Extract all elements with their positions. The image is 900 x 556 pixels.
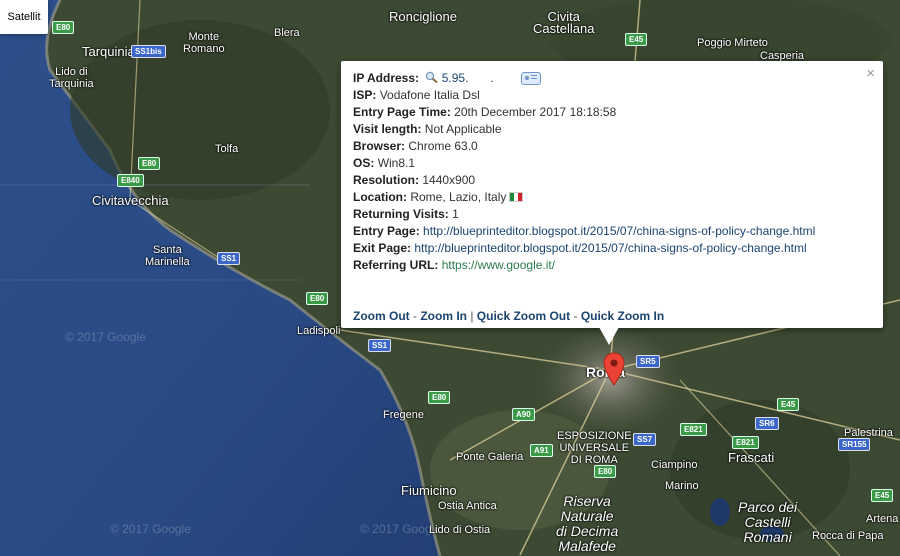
resolution-value: 1440x900 [422, 173, 476, 187]
road-shield: SR6 [755, 417, 779, 430]
entry-page-row: Entry Page: http://blueprinteditor.blogs… [353, 223, 871, 240]
ip-address-rest: . [490, 71, 494, 85]
map-place-label: Fregene [383, 409, 424, 421]
map-type-satellite-button[interactable]: Satellit [0, 0, 48, 34]
location-row: Location: Rome, Lazio, Italy [353, 189, 871, 206]
map-place-label: Monte Romano [183, 31, 225, 55]
road-shield: A90 [512, 408, 535, 421]
search-icon[interactable] [425, 71, 439, 84]
road-shield: E80 [138, 157, 161, 170]
map-place-label: Marino [665, 480, 699, 492]
road-shield: A91 [530, 444, 553, 457]
browser-value: Chrome 63.0 [408, 139, 478, 153]
road-shield: E80 [306, 292, 329, 305]
zoom-links: Zoom Out - Zoom In | Quick Zoom Out - Qu… [353, 308, 871, 325]
map-place-label: Frascati [728, 450, 775, 465]
road-shield: SR5 [636, 355, 660, 368]
map-place-label: Ostia Antica [438, 500, 497, 512]
entry-time-value: 20th December 2017 18:18:58 [454, 105, 617, 119]
road-shield: E45 [625, 33, 648, 46]
separator: | [467, 309, 477, 323]
zoom-in-link[interactable]: Zoom In [420, 309, 467, 323]
map-place-label: ESPOSIZIONE UNIVERSALE DI ROMA [557, 430, 632, 466]
map-place-label: Parco dei Castelli Romani [738, 499, 798, 545]
map-pin-icon[interactable] [603, 352, 625, 386]
ip-address-label: IP Address: [353, 71, 420, 85]
zoom-out-link[interactable]: Zoom Out [353, 309, 410, 323]
map-watermark: © 2017 Google [110, 522, 191, 536]
ip-address-value[interactable]: 5.95. [442, 71, 469, 85]
referring-url-link[interactable]: https://www.google.it/ [442, 258, 555, 272]
italy-flag-icon [509, 192, 524, 202]
separator: - [409, 309, 421, 323]
isp-value: Vodafone Italia Dsl [379, 88, 480, 102]
resolution-row: Resolution: 1440x900 [353, 172, 871, 189]
road-shield: E821 [680, 423, 707, 436]
road-shield: SS1 [368, 339, 392, 352]
visitor-info-window: × IP Address: 5.95.. ISP: Vodafone Itali… [341, 61, 883, 328]
returning-visits-value: 1 [452, 207, 459, 221]
quick-zoom-in-link[interactable]: Quick Zoom In [581, 309, 664, 323]
resolution-label: Resolution: [353, 173, 419, 187]
map-place-label: Santa Marinella [145, 244, 190, 268]
referring-url-row: Referring URL: https://www.google.it/ [353, 257, 871, 274]
quick-zoom-out-link[interactable]: Quick Zoom Out [477, 309, 570, 323]
map-place-label: Ronciglione [389, 9, 457, 24]
road-shield: SS1 [217, 252, 241, 265]
map-place-label: Tolfa [215, 143, 239, 155]
isp-label: ISP: [353, 88, 377, 102]
exit-page-label: Exit Page: [353, 241, 412, 255]
entry-time-row: Entry Page Time: 20th December 2017 18:1… [353, 104, 871, 121]
location-value: Rome, Lazio, Italy [410, 190, 507, 204]
visit-length-row: Visit length: Not Applicable [353, 121, 871, 138]
separator: - [570, 309, 581, 323]
visit-length-label: Visit length: [353, 122, 422, 136]
returning-visits-label: Returning Visits: [353, 207, 449, 221]
visit-length-value: Not Applicable [424, 122, 502, 136]
map-place-label: Rocca di Papa [812, 530, 884, 542]
map-place-label: Ponte Galeria [456, 451, 524, 463]
location-label: Location: [353, 190, 407, 204]
map-watermark: © 2017 Google [65, 330, 146, 344]
entry-time-label: Entry Page Time: [353, 105, 451, 119]
road-shield: SS1bis [131, 45, 166, 58]
ip-address-row: IP Address: 5.95.. [353, 70, 871, 87]
map-place-label: Ladispoli [297, 325, 341, 337]
road-shield: SR155 [838, 438, 871, 451]
road-shield: SS7 [633, 433, 657, 446]
map-place-label: Poggio Mirteto [697, 37, 768, 49]
map-place-label: Riserva Naturale di Decima Malafede [556, 493, 619, 554]
map-place-label: Fiumicino [401, 483, 457, 498]
map-place-label: Blera [274, 27, 300, 39]
road-shield: E840 [117, 174, 144, 187]
road-shield: E45 [777, 398, 800, 411]
exit-page-link[interactable]: http://blueprinteditor.blogspot.it/2015/… [414, 241, 806, 255]
entry-page-label: Entry Page: [353, 224, 420, 238]
road-shield: E80 [428, 391, 451, 404]
returning-visits-row: Returning Visits: 1 [353, 206, 871, 223]
map-place-label: Civita Castellana [533, 9, 595, 36]
map-place-label: Lido di Tarquinia [49, 66, 94, 90]
map-place-label: Ciampino [651, 459, 698, 471]
browser-label: Browser: [353, 139, 406, 153]
exit-page-row: Exit Page: http://blueprinteditor.blogsp… [353, 240, 871, 257]
close-icon[interactable]: × [866, 65, 875, 82]
road-shield: E821 [732, 436, 759, 449]
map-place-label: Tarquinia [82, 44, 135, 59]
map-place-label: Civitavecchia [92, 193, 169, 208]
info-window-pointer [599, 327, 619, 345]
entry-page-link[interactable]: http://blueprinteditor.blogspot.it/2015/… [423, 224, 815, 238]
road-shield: E80 [594, 465, 617, 478]
id-card-icon[interactable] [521, 72, 542, 86]
map-place-label: Artena [866, 513, 899, 525]
map-place-label: Lido di Ostia [429, 524, 491, 536]
road-shield: E45 [871, 489, 894, 502]
browser-row: Browser: Chrome 63.0 [353, 138, 871, 155]
road-shield: E80 [52, 21, 75, 34]
os-label: OS: [353, 156, 375, 170]
os-row: OS: Win8.1 [353, 155, 871, 172]
referring-url-label: Referring URL: [353, 258, 439, 272]
isp-row: ISP: Vodafone Italia Dsl [353, 87, 871, 104]
os-value: Win8.1 [377, 156, 416, 170]
